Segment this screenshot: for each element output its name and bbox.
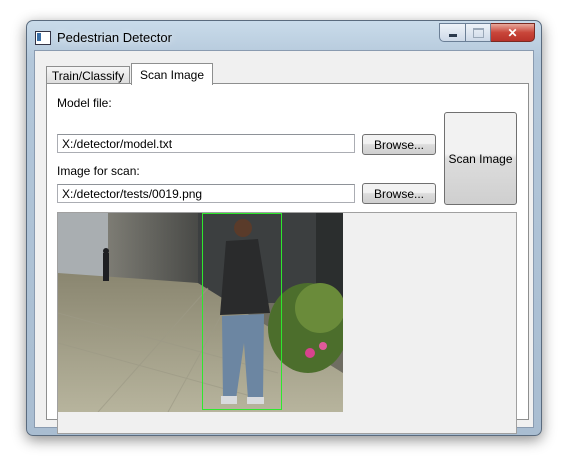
detection-box	[202, 213, 282, 410]
client-area: Train/Classify Scan Image Model file: Br…	[34, 50, 534, 434]
browse-image-button[interactable]: Browse...	[362, 183, 436, 204]
scan-image-button[interactable]: Scan Image	[444, 112, 517, 205]
caption-buttons: ✕	[439, 23, 535, 42]
tab-train-classify[interactable]: Train/Classify	[46, 66, 130, 84]
minimize-button[interactable]	[439, 23, 466, 42]
close-button[interactable]: ✕	[491, 23, 535, 42]
image-for-scan-label: Image for scan:	[57, 164, 140, 178]
image-view	[57, 212, 517, 434]
tab-scan-image[interactable]: Scan Image	[131, 63, 213, 85]
close-icon: ✕	[507, 25, 518, 40]
app-window: Pedestrian Detector ✕ Train/Classify Sca…	[26, 20, 542, 436]
maximize-icon	[472, 27, 484, 38]
model-file-label: Model file:	[57, 96, 112, 110]
title-bar[interactable]: Pedestrian Detector ✕	[27, 21, 541, 51]
window-title: Pedestrian Detector	[57, 30, 172, 45]
street-scene-image	[58, 213, 343, 412]
model-file-field[interactable]	[57, 134, 355, 153]
maximize-button[interactable]	[466, 23, 491, 42]
image-file-field[interactable]	[57, 184, 355, 203]
minimize-icon	[448, 34, 457, 37]
browse-model-button[interactable]: Browse...	[362, 134, 436, 155]
app-window-icon[interactable]	[35, 31, 51, 45]
scan-image-panel: Model file: Browse... Image for scan: Br…	[46, 83, 529, 434]
scanned-image	[58, 213, 343, 412]
